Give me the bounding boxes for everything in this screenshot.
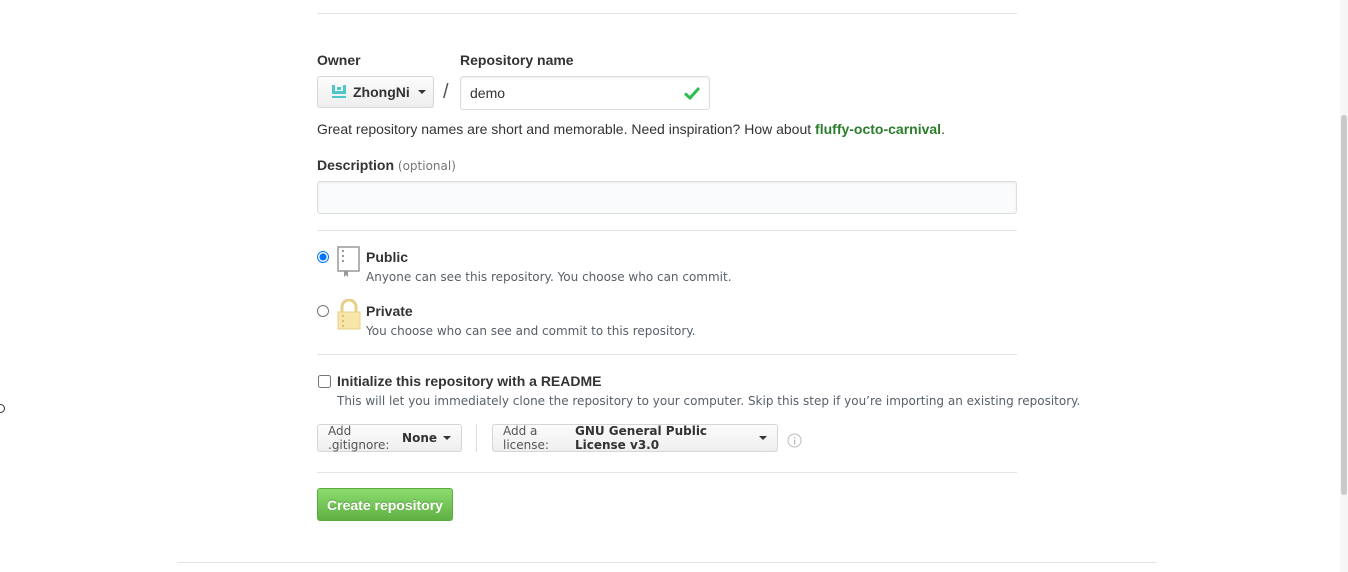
readme-note: This will let you immediately clone the … bbox=[337, 394, 1081, 408]
org-avatar-icon bbox=[331, 83, 347, 102]
public-title: Public bbox=[366, 249, 409, 265]
public-radio[interactable] bbox=[317, 251, 329, 263]
readme-label[interactable]: Initialize this repository with a README bbox=[337, 373, 601, 389]
edge-marker bbox=[0, 404, 5, 413]
readme-checkbox[interactable] bbox=[318, 375, 331, 388]
description-label: Description bbox=[317, 157, 395, 173]
license-prefix: Add a license: bbox=[503, 424, 549, 452]
owner-label: Owner bbox=[317, 52, 361, 68]
repo-book-icon bbox=[336, 246, 362, 281]
info-icon[interactable] bbox=[787, 433, 802, 451]
name-suggestion-link[interactable]: fluffy-octo-carnival bbox=[815, 121, 941, 137]
gitignore-value: None bbox=[402, 431, 437, 445]
top-divider bbox=[317, 13, 1017, 14]
repo-name-input[interactable] bbox=[460, 76, 710, 110]
chevron-down-icon bbox=[417, 90, 426, 94]
private-note: You choose who can see and commit to thi… bbox=[366, 324, 696, 338]
hint-end: . bbox=[941, 121, 945, 137]
repo-name-hint: Great repository names are short and mem… bbox=[317, 121, 945, 137]
description-input[interactable] bbox=[317, 181, 1017, 214]
gitignore-select[interactable]: Add .gitignore: None bbox=[317, 424, 462, 452]
private-radio[interactable] bbox=[317, 305, 329, 317]
footer-divider bbox=[177, 562, 1157, 563]
create-repository-button[interactable]: Create repository bbox=[317, 488, 453, 521]
divider-readme bbox=[317, 354, 1017, 355]
description-label-row: Description (optional) bbox=[317, 157, 456, 173]
gitignore-prefix: Add .gitignore: bbox=[328, 424, 390, 452]
divider-create bbox=[317, 472, 1017, 473]
repo-name-label: Repository name bbox=[460, 52, 574, 68]
chevron-down-icon bbox=[443, 436, 451, 440]
private-title: Private bbox=[366, 303, 413, 319]
check-icon bbox=[683, 85, 701, 104]
select-separator bbox=[476, 424, 477, 452]
license-value: GNU General Public License v3.0 bbox=[574, 424, 708, 452]
owner-select-button[interactable]: ZhongNi bbox=[317, 76, 434, 108]
divider-visibility bbox=[317, 230, 1017, 231]
scrollbar-thumb[interactable] bbox=[1341, 115, 1347, 495]
owner-value: ZhongNi bbox=[353, 84, 410, 100]
description-optional: (optional) bbox=[397, 159, 456, 173]
chevron-down-icon bbox=[759, 436, 767, 440]
public-note: Anyone can see this repository. You choo… bbox=[366, 270, 732, 284]
lock-icon bbox=[336, 298, 362, 334]
license-select[interactable]: Add a license: GNU General Public Licens… bbox=[492, 424, 778, 452]
hint-text: Great repository names are short and mem… bbox=[317, 121, 816, 137]
owner-repo-separator: / bbox=[443, 81, 449, 103]
